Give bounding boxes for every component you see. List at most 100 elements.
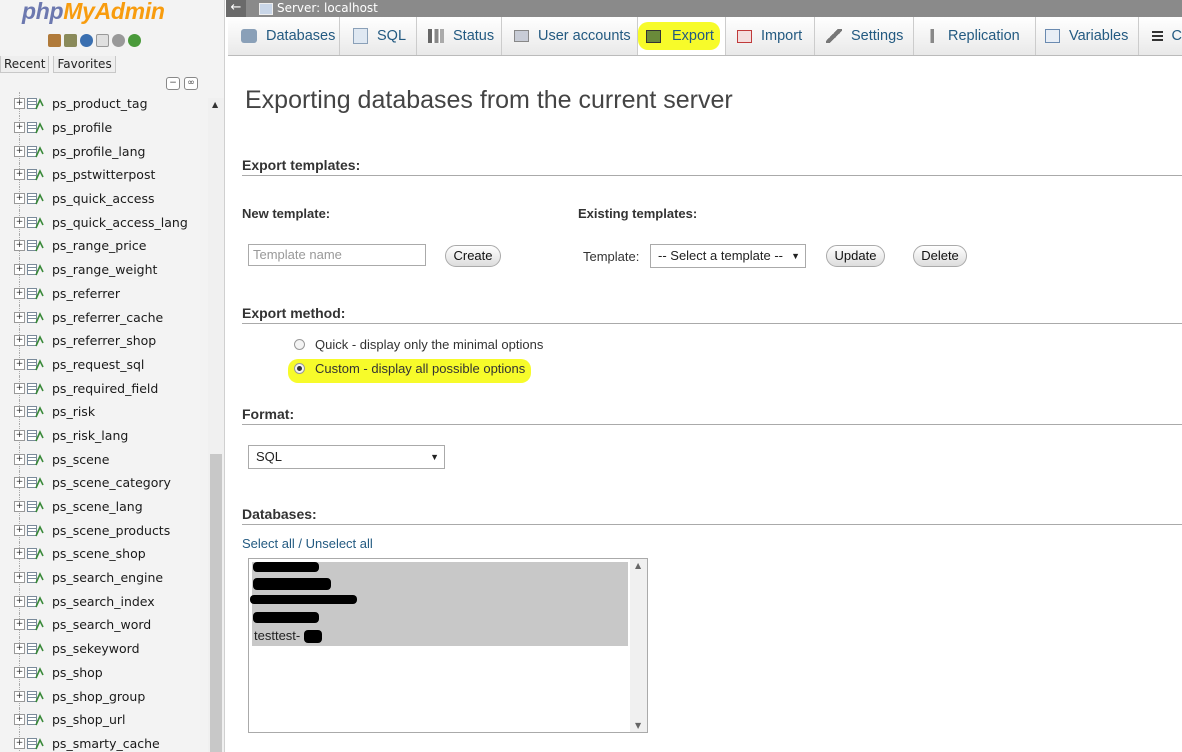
tree-item[interactable]: + ps_risk — [0, 399, 208, 424]
table-icon[interactable] — [27, 263, 45, 276]
recent-tab[interactable]: Recent — [0, 56, 50, 73]
tree-item[interactable]: + ps_range_weight — [0, 257, 208, 282]
table-icon[interactable] — [27, 287, 45, 300]
scroll-thumb[interactable] — [210, 454, 222, 752]
scroll-down-icon[interactable]: ▼ — [635, 721, 641, 730]
update-template-button[interactable]: Update — [826, 245, 885, 267]
tree-item-label[interactable]: ps_shop_url — [52, 712, 126, 727]
table-icon[interactable] — [27, 311, 45, 324]
tree-item[interactable]: + ps_referrer_shop — [0, 328, 208, 353]
collapse-all-button[interactable]: − — [166, 77, 180, 90]
expand-icon[interactable]: + — [14, 595, 25, 607]
format-select[interactable]: SQL ▼ — [248, 445, 445, 469]
tree-item-label[interactable]: ps_request_sql — [52, 357, 144, 372]
table-icon[interactable] — [27, 524, 45, 537]
tree-item-label[interactable]: ps_scene_products — [52, 523, 170, 538]
table-icon[interactable] — [27, 192, 45, 205]
expand-icon[interactable]: + — [14, 619, 25, 631]
expand-icon[interactable]: + — [14, 240, 25, 252]
tree-item[interactable]: + ps_scene — [0, 447, 208, 471]
table-icon[interactable] — [27, 618, 45, 631]
tree-item-label[interactable]: ps_profile — [52, 120, 112, 135]
tree-item[interactable]: + ps_risk_lang — [0, 423, 208, 448]
tree-item[interactable]: + ps_referrer_cache — [0, 305, 208, 329]
reload-icon[interactable] — [128, 34, 141, 47]
table-icon[interactable] — [27, 713, 45, 726]
tree-item-label[interactable]: ps_sekeyword — [52, 641, 140, 656]
expand-icon[interactable]: + — [14, 382, 25, 394]
tree-item-label[interactable]: ps_smarty_cache — [52, 736, 160, 751]
expand-icon[interactable]: + — [14, 572, 25, 584]
tree-item-label[interactable]: ps_range_weight — [52, 262, 157, 277]
tree-item[interactable]: + ps_request_sql — [0, 352, 208, 377]
quick-export-radio[interactable] — [294, 339, 305, 350]
table-icon[interactable] — [27, 595, 45, 608]
expand-icon[interactable]: + — [14, 406, 25, 418]
table-icon[interactable] — [27, 737, 45, 750]
table-icon[interactable] — [27, 453, 45, 466]
tree-item[interactable]: + ps_quick_access_lang — [0, 210, 208, 235]
scroll-up-icon[interactable]: ▲ — [212, 100, 218, 109]
tree-item[interactable]: + ps_search_engine — [0, 565, 208, 590]
help-icon[interactable] — [80, 34, 93, 47]
expand-icon[interactable]: + — [14, 335, 25, 347]
home-icon[interactable] — [48, 34, 61, 47]
table-icon[interactable] — [27, 239, 45, 252]
expand-icon[interactable]: + — [14, 98, 25, 110]
expand-icon[interactable]: + — [14, 264, 25, 276]
custom-export-label[interactable]: Custom - display all possible options — [315, 361, 525, 376]
favorites-tab[interactable]: Favorites — [53, 56, 116, 73]
link-with-main-button[interactable]: ∞ — [184, 77, 198, 90]
table-icon[interactable] — [27, 145, 45, 158]
tree-item[interactable]: + ps_shop_group — [0, 684, 208, 708]
expand-icon[interactable]: + — [14, 501, 25, 513]
tree-item-label[interactable]: ps_quick_access — [52, 191, 155, 206]
expand-icon[interactable]: + — [14, 714, 25, 726]
tab-settings[interactable]: Settings — [815, 17, 914, 55]
tree-item-label[interactable]: ps_referrer — [52, 286, 120, 301]
tree-item-label[interactable]: ps_pstwitterpost — [52, 167, 155, 182]
tree-item-label[interactable]: ps_risk — [52, 404, 95, 419]
table-icon[interactable] — [27, 334, 45, 347]
template-select[interactable]: -- Select a template -- ▼ — [650, 244, 806, 268]
tree-item[interactable]: + ps_shop_url — [0, 707, 208, 732]
tree-item[interactable]: + ps_sekeyword — [0, 636, 208, 661]
table-icon[interactable] — [27, 216, 45, 229]
sidebar-scrollbar[interactable]: ▲ — [208, 98, 224, 752]
tab-variables[interactable]: Variables — [1036, 17, 1139, 55]
scroll-up-icon[interactable]: ▲ — [635, 561, 641, 570]
expand-icon[interactable]: + — [14, 548, 25, 560]
tab-replication[interactable]: Replication — [914, 17, 1036, 55]
template-name-input[interactable]: Template name — [248, 244, 426, 266]
tab-charsets[interactable]: C — [1139, 17, 1182, 55]
expand-icon[interactable]: + — [14, 429, 25, 441]
list-scrollbar[interactable]: ▲ ▼ — [630, 559, 647, 732]
select-all-link[interactable]: Select all — [242, 536, 295, 551]
tree-item[interactable]: + ps_range_price — [0, 234, 208, 258]
expand-icon[interactable]: + — [14, 358, 25, 370]
tab-status[interactable]: Status — [417, 17, 502, 55]
tree-item-label[interactable]: ps_risk_lang — [52, 428, 128, 443]
settings-icon[interactable] — [112, 34, 125, 47]
tree-item-label[interactable]: ps_shop_group — [52, 689, 145, 704]
table-icon[interactable] — [27, 642, 45, 655]
expand-icon[interactable]: + — [14, 737, 25, 749]
tab-databases[interactable]: Databases — [228, 17, 340, 55]
table-icon[interactable] — [27, 121, 45, 134]
tree-item[interactable]: + ps_search_index — [0, 589, 208, 614]
tree-item-label[interactable]: ps_scene — [52, 452, 109, 467]
expand-icon[interactable]: + — [14, 169, 25, 181]
tree-item-label[interactable]: ps_referrer_shop — [52, 333, 156, 348]
tree-item-label[interactable]: ps_scene_category — [52, 475, 171, 490]
tree-item[interactable]: + ps_profile — [0, 115, 208, 140]
phpmyadmin-logo[interactable]: phpMyAdmin — [22, 0, 165, 25]
expand-icon[interactable]: + — [14, 145, 25, 157]
tree-item[interactable]: + ps_product_tag — [0, 92, 208, 116]
table-icon[interactable] — [27, 429, 45, 442]
table-icon[interactable] — [27, 666, 45, 679]
create-template-button[interactable]: Create — [445, 245, 501, 267]
tree-item[interactable]: + ps_referrer — [0, 281, 208, 306]
server-breadcrumb[interactable]: Server: localhost — [277, 0, 378, 16]
tree-item[interactable]: + ps_pstwitterpost — [0, 163, 208, 187]
tree-item-label[interactable]: ps_product_tag — [52, 96, 148, 111]
